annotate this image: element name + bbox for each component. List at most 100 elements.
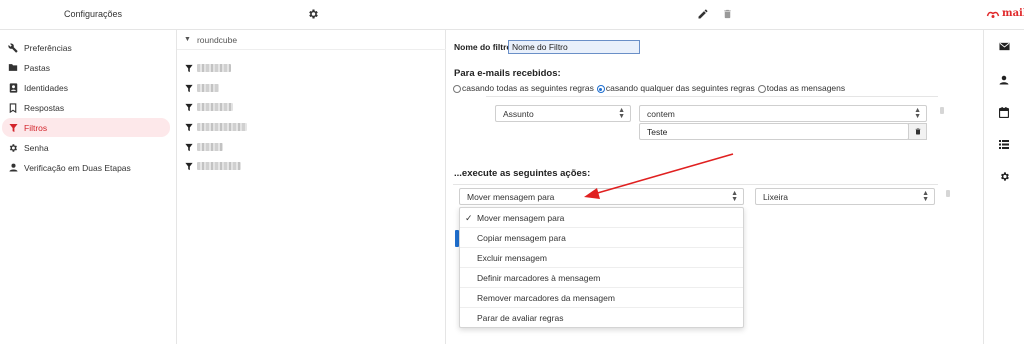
settings-icon[interactable] <box>999 171 1010 184</box>
filter-list-item[interactable] <box>185 100 233 114</box>
filter-list-panel: ▼ roundcube <box>177 30 446 344</box>
gear-icon[interactable] <box>307 8 319 22</box>
filter-name-label: Nome do filtro: <box>454 42 515 52</box>
sidebar-item-label: Respostas <box>24 102 65 113</box>
page-title: Configurações <box>64 9 123 19</box>
select-arrows-icon: ▲ ▼ <box>618 107 625 120</box>
dropdown-option-set-flags[interactable]: Definir marcadores à mensagem <box>460 268 743 288</box>
dropdown-option-remove-flags[interactable]: Remover marcadores da mensagem <box>460 288 743 308</box>
dropdown-option-move[interactable]: ✓ Mover mensagem para <box>460 208 743 228</box>
trash-icon <box>915 128 920 135</box>
filter-set-header[interactable]: ▼ roundcube <box>177 30 446 50</box>
option-label: Parar de avaliar regras <box>477 313 564 323</box>
sidebar-item-respostas[interactable]: Respostas <box>2 98 170 117</box>
rule-header-value: Assunto <box>503 108 534 119</box>
redacted-filter-name <box>197 84 219 92</box>
filter-icon <box>185 64 193 72</box>
dropdown-option-copy[interactable]: Copiar mensagem para <box>460 228 743 248</box>
radio-all-rules[interactable] <box>453 85 461 93</box>
logo-mark-icon <box>986 11 1000 18</box>
radio-all-messages[interactable] <box>757 85 766 93</box>
sidebar-item-label: Filtros <box>24 122 48 133</box>
filter-list-item[interactable] <box>185 81 219 95</box>
radio-any-rule-label: casando qualquer das seguintes regras <box>605 83 755 93</box>
logo-text: mailo <box>1002 8 1024 19</box>
drag-handle[interactable] <box>946 190 950 197</box>
delete-rule-button[interactable] <box>908 123 927 140</box>
id-card-icon <box>8 82 18 93</box>
dropdown-option-stop[interactable]: Parar de avaliar regras <box>460 308 743 328</box>
drag-handle[interactable] <box>940 107 944 114</box>
sidebar-item-verificacao[interactable]: Verificação em Duas Etapas <box>2 158 170 177</box>
sidebar-item-label: Senha <box>24 142 49 153</box>
action-target-value: Lixeira <box>763 191 789 202</box>
rule-row <box>486 96 938 148</box>
option-label: Mover mensagem para <box>477 212 565 223</box>
option-label: Excluir mensagem <box>477 252 547 263</box>
bookmark-icon <box>8 102 18 113</box>
rule-operator-value: contem <box>647 108 675 119</box>
redacted-filter-name <box>197 103 233 111</box>
pencil-icon[interactable] <box>697 8 709 22</box>
radio-all-messages-label: todas as mensagens <box>766 83 846 93</box>
option-label: Copiar mensagem para <box>477 232 566 243</box>
action-type-select[interactable]: Mover mensagem para ▲ ▼ <box>459 188 744 205</box>
sidebar-item-label: Preferências <box>24 42 72 53</box>
incoming-heading: Para e-mails recebidos: <box>454 68 561 79</box>
select-arrows-icon: ▲ ▼ <box>922 190 929 203</box>
filter-list-item[interactable] <box>185 159 241 173</box>
sidebar-item-senha[interactable]: Senha <box>2 138 170 157</box>
action-type-value: Mover mensagem para <box>467 191 555 202</box>
actions-divider <box>453 184 938 185</box>
dropdown-option-delete[interactable]: Excluir mensagem <box>460 248 743 268</box>
option-label: Definir marcadores à mensagem <box>477 272 601 283</box>
app-switcher-rail <box>983 30 1024 344</box>
filter-icon <box>185 84 193 92</box>
redacted-filter-name <box>197 143 223 151</box>
redacted-filter-name <box>197 64 231 72</box>
folder-icon <box>8 63 18 73</box>
filter-name-input[interactable]: Nome do Filtro <box>508 40 640 54</box>
list-icon[interactable] <box>999 140 1009 151</box>
filter-set-name: roundcube <box>196 34 238 45</box>
sidebar-item-filtros[interactable]: Filtros <box>2 118 170 137</box>
gear-icon <box>8 143 18 153</box>
filter-icon <box>185 143 193 151</box>
actions-heading: ...execute as seguintes ações: <box>454 168 591 179</box>
rule-value-input[interactable]: Teste <box>639 123 909 140</box>
filter-icon <box>8 123 18 133</box>
filter-icon <box>185 123 193 131</box>
calendar-icon[interactable] <box>998 107 1010 120</box>
filter-list-item[interactable] <box>185 120 247 134</box>
sidebar-item-identidades[interactable]: Identidades <box>2 78 170 97</box>
sidebar-item-preferencias[interactable]: Preferências <box>2 38 170 57</box>
filter-list-item[interactable] <box>185 61 231 75</box>
action-target-select[interactable]: Lixeira ▲ ▼ <box>755 188 935 205</box>
sidebar-item-label: Verificação em Duas Etapas <box>24 162 131 173</box>
sidebar-item-label: Pastas <box>24 62 50 73</box>
wrench-icon <box>8 42 18 53</box>
radio-any-rule[interactable] <box>596 85 605 93</box>
top-header: Configurações mailo <box>0 0 1024 30</box>
match-mode-radio-group: casando todas as seguintes regras casand… <box>453 83 845 93</box>
action-dropdown-menu: ✓ Mover mensagem para Copiar mensagem pa… <box>459 207 744 328</box>
select-arrows-icon: ▲ ▼ <box>731 190 738 203</box>
filter-edit-form: Nome do filtro: Nome do Filtro Para e-ma… <box>446 30 983 344</box>
option-label: Remover marcadores da mensagem <box>477 292 615 303</box>
settings-sidebar: Preferências Pastas Identidades Resposta… <box>0 30 177 344</box>
rule-header-select[interactable]: Assunto ▲ ▼ <box>495 105 631 122</box>
filter-icon <box>185 103 193 111</box>
sidebar-item-pastas[interactable]: Pastas <box>2 58 170 77</box>
mailo-logo[interactable]: mailo <box>986 8 1024 19</box>
redacted-filter-name <box>197 162 241 170</box>
rule-operator-select[interactable]: contem ▲ ▼ <box>639 105 927 122</box>
select-arrows-icon: ▲ ▼ <box>914 107 921 120</box>
radio-all-rules-label: casando todas as seguintes regras <box>462 83 594 93</box>
user-icon <box>8 163 18 173</box>
filter-icon <box>185 162 193 170</box>
trash-icon[interactable] <box>722 8 733 22</box>
contacts-icon[interactable] <box>999 75 1009 87</box>
mail-icon[interactable] <box>999 42 1010 53</box>
checkmark-icon: ✓ <box>465 213 473 223</box>
filter-list-item[interactable] <box>185 140 223 154</box>
